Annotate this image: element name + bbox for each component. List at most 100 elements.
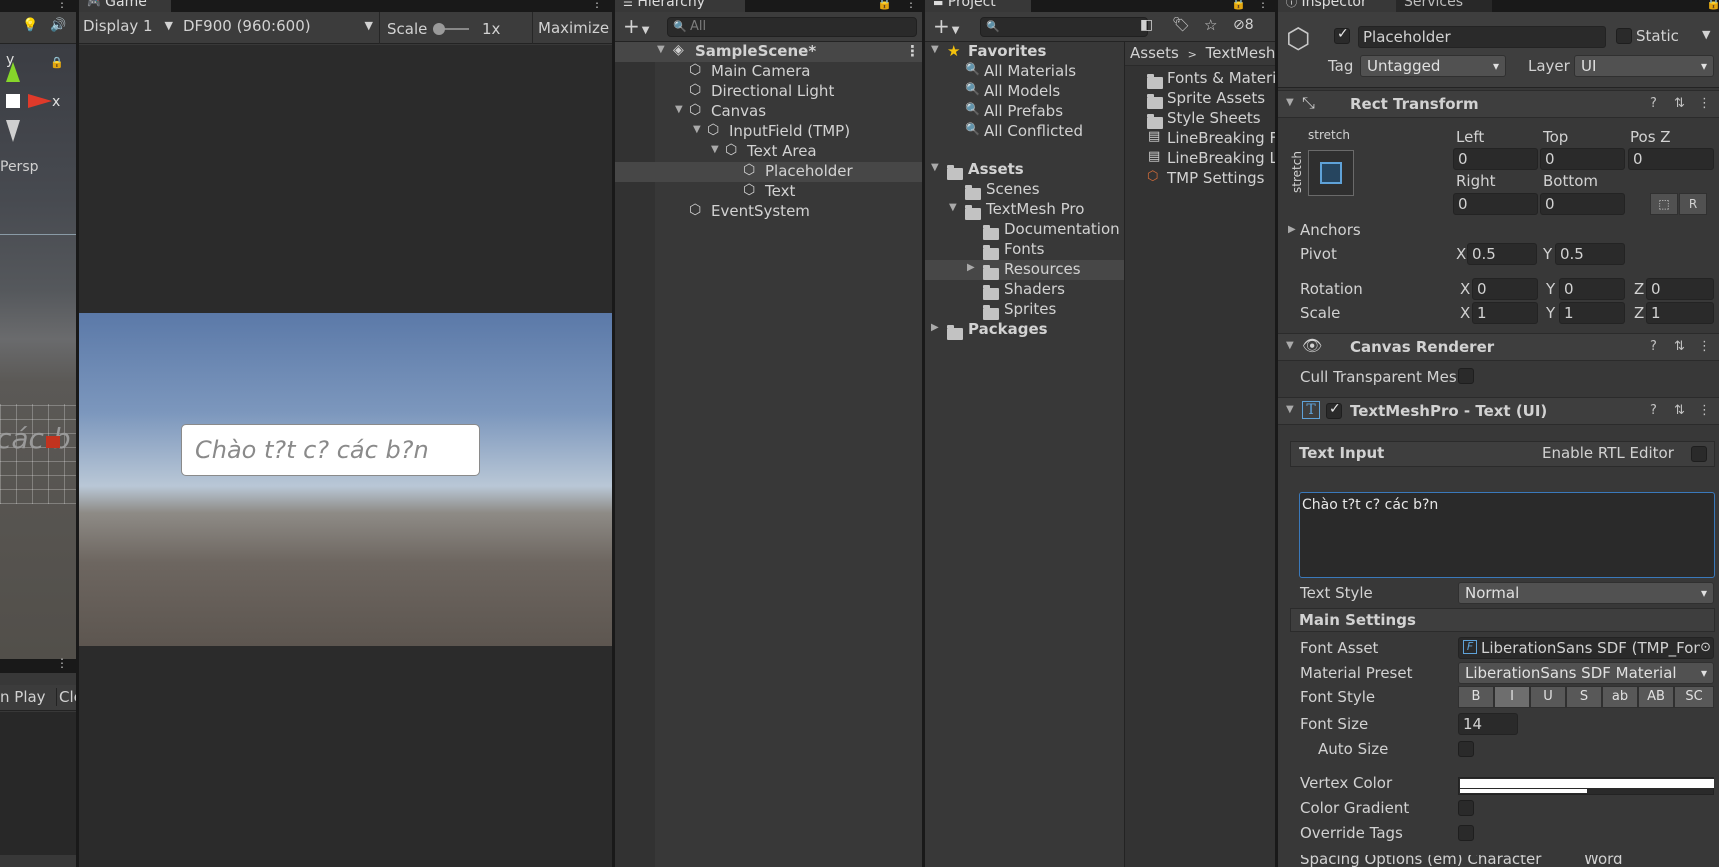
file-item[interactable]: ⬡ TMP Settings	[1125, 169, 1275, 189]
lock-icon[interactable]: 🔒	[50, 56, 64, 69]
tmp-header[interactable]: ▼ T TextMeshPro - Text (UI) ? ⇅ ⋮	[1278, 397, 1719, 425]
pivot-x-input[interactable]: 0.5	[1467, 243, 1537, 265]
folder-item[interactable]: Fonts	[925, 240, 1124, 260]
display-dropdown[interactable]: Display 1 ▼	[83, 17, 175, 39]
preset-icon[interactable]: ⇅	[1674, 96, 1685, 111]
scale-x-input[interactable]: 1	[1472, 302, 1538, 324]
override-tags-checkbox[interactable]	[1458, 825, 1474, 841]
hierarchy-lock-icon[interactable]: 🔒	[877, 0, 892, 10]
static-checkbox[interactable]	[1616, 28, 1632, 44]
font-style-lowercase-button[interactable]: ab	[1602, 686, 1638, 708]
breadcrumb-item[interactable]: Assets	[1130, 44, 1179, 62]
color-gradient-checkbox[interactable]	[1458, 800, 1474, 816]
file-item[interactable]: Style Sheets	[1125, 109, 1275, 129]
font-style-smallcaps-button[interactable]: SC	[1674, 686, 1714, 708]
cull-transparent-mesh-checkbox[interactable]	[1458, 368, 1474, 384]
favorites-item[interactable]: 🔍 All Conflicted	[925, 122, 1124, 142]
tab-game[interactable]: 🎮 Game	[79, 0, 171, 12]
hierarchy-search-input[interactable]: 🔍 All	[667, 17, 917, 37]
game-menu-icon[interactable]: ⋮	[591, 0, 603, 10]
hierarchy-item[interactable]: ▼ ⬡ Canvas	[615, 102, 922, 122]
font-style-underline-button[interactable]: U	[1530, 686, 1566, 708]
hierarchy-item-selected[interactable]: ⬡ Placeholder	[615, 162, 922, 182]
breadcrumb-item[interactable]: TextMesh	[1206, 44, 1275, 62]
resolution-dropdown[interactable]: DF900 (960:600) ▼	[183, 17, 375, 39]
folder-item-selected[interactable]: ▶ Resources	[925, 260, 1124, 280]
create-asset-button[interactable]: + ▼	[933, 14, 959, 38]
font-style-uppercase-button[interactable]: AB	[1638, 686, 1674, 708]
hierarchy-item[interactable]: ⬡ Text	[615, 182, 922, 202]
tmp-enabled-checkbox[interactable]	[1326, 401, 1342, 419]
text-style-dropdown[interactable]: Normal	[1458, 582, 1714, 604]
preset-icon[interactable]: ⇅	[1674, 339, 1685, 354]
anchors-foldout[interactable]: Anchors	[1300, 221, 1361, 239]
font-style-strikethrough-button[interactable]: S	[1566, 686, 1602, 708]
scale-slider-handle[interactable]	[433, 23, 445, 35]
error-pause-on-play-button[interactable]: n Play	[0, 688, 46, 706]
console-menu-icon[interactable]: ⋮	[56, 656, 68, 670]
tag-dropdown[interactable]: Untagged	[1360, 55, 1506, 77]
hierarchy-item[interactable]: ⬡ Main Camera	[615, 62, 922, 82]
search-by-label-icon[interactable]: 🏷	[1172, 17, 1190, 33]
tab-inspector[interactable]: ⓘ Inspector	[1278, 0, 1396, 12]
component-menu-icon[interactable]: ⋮	[1698, 339, 1711, 354]
folder-item[interactable]: Scenes	[925, 180, 1124, 200]
font-asset-field[interactable]: F LiberationSans SDF (TMP_Font ⊙	[1458, 637, 1714, 659]
rect-transform-header[interactable]: ▼ ⤡ Rect Transform ? ⇅ ⋮	[1278, 90, 1719, 118]
top-input[interactable]: 0	[1540, 148, 1625, 170]
assets-header[interactable]: ▼ Assets	[925, 160, 1124, 180]
chevron-right-icon[interactable]: ▶	[1288, 224, 1296, 235]
help-icon[interactable]: ?	[1650, 339, 1657, 354]
hierarchy-item[interactable]: ▼ ⬡ InputField (TMP)	[615, 122, 922, 142]
folder-item[interactable]: Shaders	[925, 280, 1124, 300]
left-input[interactable]: 0	[1453, 148, 1538, 170]
scale-slider[interactable]	[433, 23, 469, 35]
help-icon[interactable]: ?	[1650, 403, 1657, 418]
project-search-input[interactable]: 🔍	[980, 17, 1148, 37]
active-checkbox[interactable]	[1334, 26, 1350, 44]
file-item[interactable]: Sprite Assets	[1125, 89, 1275, 109]
inspector-lock-icon[interactable]: 🔒	[1706, 0, 1719, 10]
lighting-icon[interactable]: 💡	[22, 18, 38, 33]
scale-y-input[interactable]: 1	[1559, 302, 1625, 324]
favorites-header[interactable]: ▼ ★ Favorites	[925, 42, 1124, 62]
rotation-z-input[interactable]: 0	[1646, 278, 1714, 300]
hierarchy-item[interactable]: ⬡ EventSystem	[615, 202, 922, 222]
canvas-renderer-header[interactable]: ▼ 👁 Canvas Renderer ? ⇅ ⋮	[1278, 333, 1719, 361]
scene-viewport[interactable]: y x 🔒 Persp các b	[0, 44, 76, 659]
add-object-button[interactable]: + ▼	[623, 14, 649, 38]
component-menu-icon[interactable]: ⋮	[1698, 403, 1711, 418]
gameobject-icon[interactable]: ⬡	[1286, 22, 1310, 55]
auto-size-checkbox[interactable]	[1458, 741, 1474, 757]
scene-menu-icon[interactable]: ⋮	[56, 0, 68, 10]
rotation-y-input[interactable]: 0	[1559, 278, 1625, 300]
file-item[interactable]: ▤ LineBreaking F	[1125, 129, 1275, 149]
tab-project[interactable]: ▬ Project	[925, 0, 1031, 12]
vertex-color-swatch[interactable]	[1458, 777, 1714, 795]
tab-hierarchy[interactable]: ☰ Hierarchy	[615, 0, 745, 12]
preset-icon[interactable]: ⇅	[1674, 403, 1685, 418]
packages-header[interactable]: ▶ Packages	[925, 320, 1124, 340]
audio-icon[interactable]: 🔊	[50, 18, 66, 33]
project-menu-icon[interactable]: ⋮	[1257, 0, 1269, 10]
favorite-star-icon[interactable]: ☆	[1204, 16, 1217, 34]
font-size-input[interactable]: 14	[1458, 713, 1518, 735]
clear-button[interactable]: Cle	[56, 688, 76, 706]
object-name-input[interactable]: Placeholder	[1358, 26, 1606, 48]
hierarchy-menu-icon[interactable]: ⋮	[905, 0, 917, 10]
right-input[interactable]: 0	[1453, 193, 1538, 215]
scene-row[interactable]: ▼ ◈ SampleScene* ⋮	[615, 42, 922, 62]
file-item[interactable]: Fonts & Materia	[1125, 69, 1275, 89]
project-lock-icon[interactable]: 🔒	[1231, 0, 1246, 10]
font-style-italic-button[interactable]: I	[1494, 686, 1530, 708]
posz-input[interactable]: 0	[1628, 148, 1714, 170]
folder-item[interactable]: Sprites	[925, 300, 1124, 320]
rotation-x-input[interactable]: 0	[1472, 278, 1538, 300]
hierarchy-item[interactable]: ▼ ⬡ Text Area	[615, 142, 922, 162]
font-style-bold-button[interactable]: B	[1458, 686, 1494, 708]
folder-item[interactable]: Documentation	[925, 220, 1124, 240]
hierarchy-item[interactable]: ⬡ Directional Light	[615, 82, 922, 102]
text-input-area[interactable]: Chào t?t c? các b?n	[1299, 492, 1715, 578]
game-input-field[interactable]: Chào t?t c? các b?n	[181, 424, 480, 476]
folder-item[interactable]: ▼ TextMesh Pro	[925, 200, 1124, 220]
